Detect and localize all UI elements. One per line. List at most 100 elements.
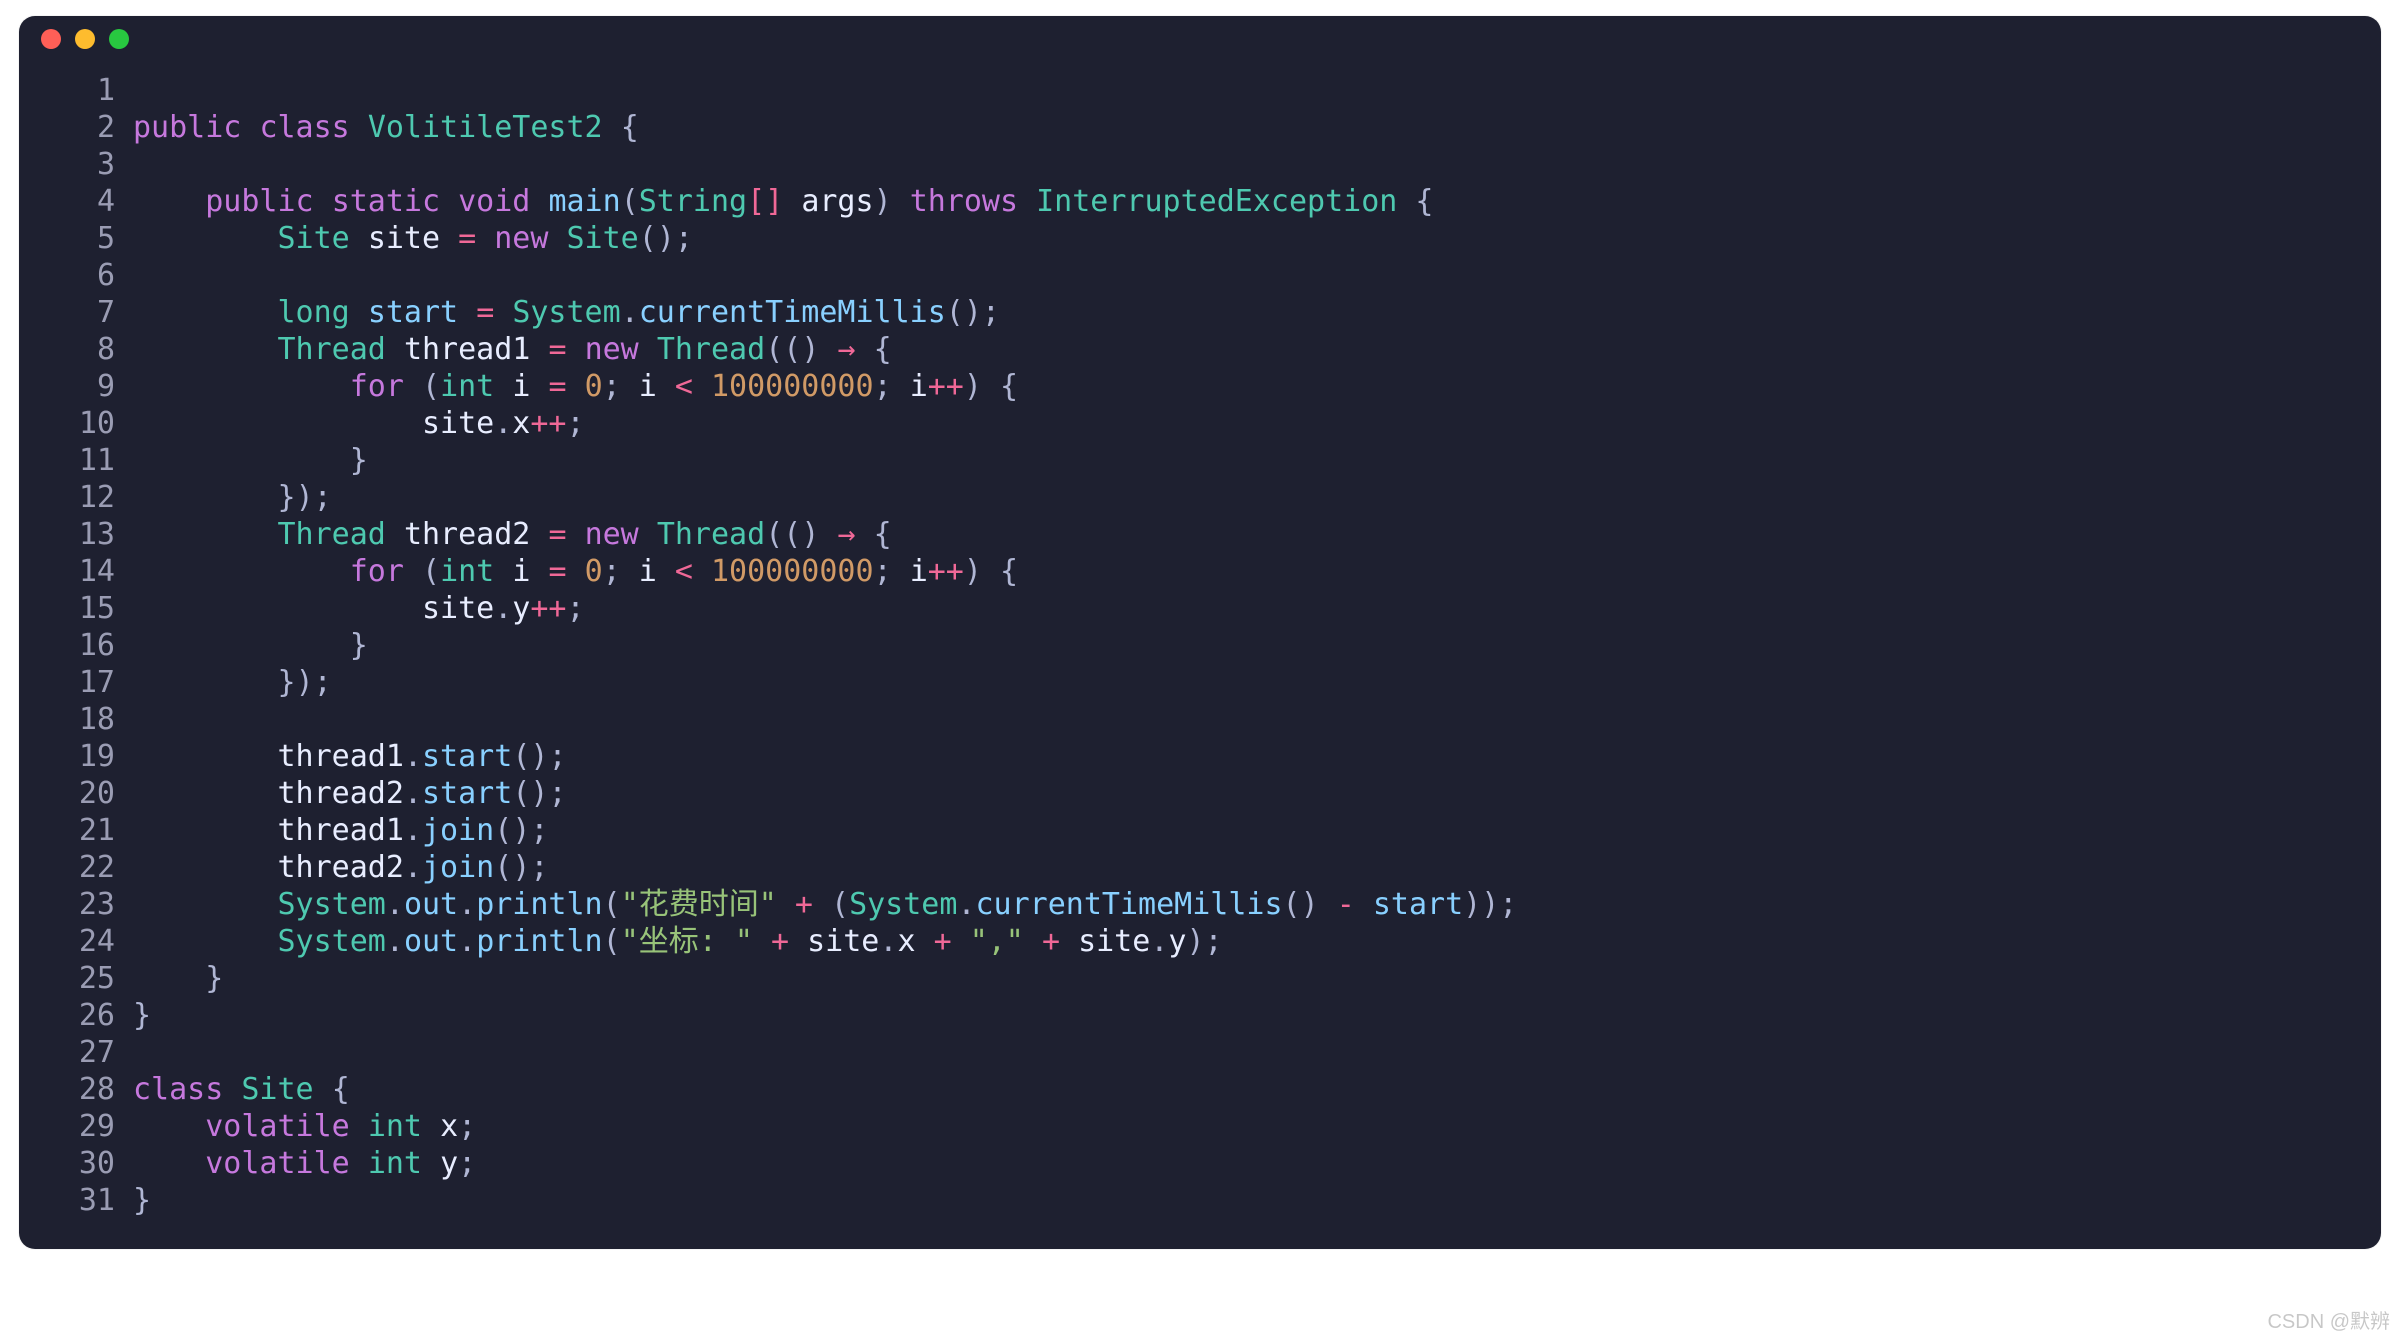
line-number: 13 [35, 516, 133, 553]
line-content[interactable] [133, 257, 2353, 294]
line-content[interactable]: }); [133, 479, 2353, 516]
line-number: 10 [35, 405, 133, 442]
code-line[interactable]: 28class Site { [35, 1071, 2353, 1108]
line-content[interactable] [133, 701, 2353, 738]
code-line[interactable]: 23 System.out.println("花费时间" + (System.c… [35, 886, 2353, 923]
line-content[interactable]: volatile int y; [133, 1145, 2353, 1182]
line-number: 30 [35, 1145, 133, 1182]
code-line[interactable]: 14 for (int i = 0; i < 100000000; i++) { [35, 553, 2353, 590]
code-line[interactable]: 5 Site site = new Site(); [35, 220, 2353, 257]
line-content[interactable] [133, 146, 2353, 183]
code-line[interactable]: 3 [35, 146, 2353, 183]
line-content[interactable]: public class VolitileTest2 { [133, 109, 2353, 146]
line-content[interactable] [133, 1034, 2353, 1071]
line-number: 4 [35, 183, 133, 220]
code-line[interactable]: 10 site.x++; [35, 405, 2353, 442]
code-line[interactable]: 27 [35, 1034, 2353, 1071]
code-line[interactable]: 18 [35, 701, 2353, 738]
line-content[interactable]: } [133, 1182, 2353, 1219]
line-content[interactable]: thread1.start(); [133, 738, 2353, 775]
line-number: 1 [35, 72, 133, 109]
line-number: 15 [35, 590, 133, 627]
line-number: 2 [35, 109, 133, 146]
line-content[interactable]: } [133, 997, 2353, 1034]
titlebar [19, 16, 2381, 62]
line-number: 19 [35, 738, 133, 775]
code-line[interactable]: 17 }); [35, 664, 2353, 701]
code-line[interactable]: 24 System.out.println("坐标: " + site.x + … [35, 923, 2353, 960]
line-number: 23 [35, 886, 133, 923]
line-number: 14 [35, 553, 133, 590]
watermark: CSDN @默辨 [2267, 1305, 2390, 1334]
line-content[interactable]: Thread thread1 = new Thread(() → { [133, 331, 2353, 368]
line-number: 16 [35, 627, 133, 664]
line-content[interactable]: System.out.println("花费时间" + (System.curr… [133, 886, 2353, 923]
zoom-icon[interactable] [109, 29, 129, 49]
line-content[interactable]: long start = System.currentTimeMillis(); [133, 294, 2353, 331]
line-content[interactable]: } [133, 960, 2353, 997]
line-content[interactable]: System.out.println("坐标: " + site.x + ","… [133, 923, 2353, 960]
code-line[interactable]: 26} [35, 997, 2353, 1034]
line-number: 26 [35, 997, 133, 1034]
line-content[interactable]: public static void main(String[] args) t… [133, 183, 2353, 220]
line-content[interactable]: class Site { [133, 1071, 2353, 1108]
line-content[interactable]: Site site = new Site(); [133, 220, 2353, 257]
line-number: 11 [35, 442, 133, 479]
code-line[interactable]: 2public class VolitileTest2 { [35, 109, 2353, 146]
close-icon[interactable] [41, 29, 61, 49]
line-number: 8 [35, 331, 133, 368]
line-number: 20 [35, 775, 133, 812]
line-number: 12 [35, 479, 133, 516]
line-content[interactable]: for (int i = 0; i < 100000000; i++) { [133, 368, 2353, 405]
line-number: 24 [35, 923, 133, 960]
code-line[interactable]: 4 public static void main(String[] args)… [35, 183, 2353, 220]
code-line[interactable]: 11 } [35, 442, 2353, 479]
editor-window: 1 2public class VolitileTest2 {3 4 publi… [19, 16, 2381, 1249]
code-line[interactable]: 21 thread1.join(); [35, 812, 2353, 849]
line-number: 21 [35, 812, 133, 849]
line-number: 18 [35, 701, 133, 738]
line-content[interactable]: for (int i = 0; i < 100000000; i++) { [133, 553, 2353, 590]
code-line[interactable]: 1 [35, 72, 2353, 109]
code-line[interactable]: 20 thread2.start(); [35, 775, 2353, 812]
code-line[interactable]: 9 for (int i = 0; i < 100000000; i++) { [35, 368, 2353, 405]
code-line[interactable]: 29 volatile int x; [35, 1108, 2353, 1145]
line-number: 6 [35, 257, 133, 294]
line-content[interactable]: thread1.join(); [133, 812, 2353, 849]
code-line[interactable]: 12 }); [35, 479, 2353, 516]
code-line[interactable]: 19 thread1.start(); [35, 738, 2353, 775]
line-number: 27 [35, 1034, 133, 1071]
line-content[interactable]: volatile int x; [133, 1108, 2353, 1145]
code-line[interactable]: 25 } [35, 960, 2353, 997]
line-number: 31 [35, 1182, 133, 1219]
code-line[interactable]: 31} [35, 1182, 2353, 1219]
code-editor[interactable]: 1 2public class VolitileTest2 {3 4 publi… [19, 62, 2381, 1227]
line-number: 28 [35, 1071, 133, 1108]
code-line[interactable]: 16 } [35, 627, 2353, 664]
line-content[interactable]: site.y++; [133, 590, 2353, 627]
line-content[interactable]: Thread thread2 = new Thread(() → { [133, 516, 2353, 553]
line-number: 17 [35, 664, 133, 701]
line-content[interactable]: thread2.start(); [133, 775, 2353, 812]
code-line[interactable]: 13 Thread thread2 = new Thread(() → { [35, 516, 2353, 553]
line-number: 7 [35, 294, 133, 331]
line-content[interactable]: thread2.join(); [133, 849, 2353, 886]
code-line[interactable]: 22 thread2.join(); [35, 849, 2353, 886]
line-number: 5 [35, 220, 133, 257]
line-content[interactable]: site.x++; [133, 405, 2353, 442]
code-line[interactable]: 8 Thread thread1 = new Thread(() → { [35, 331, 2353, 368]
code-line[interactable]: 7 long start = System.currentTimeMillis(… [35, 294, 2353, 331]
line-content[interactable]: }); [133, 664, 2353, 701]
line-number: 3 [35, 146, 133, 183]
line-number: 22 [35, 849, 133, 886]
code-line[interactable]: 6 [35, 257, 2353, 294]
line-number: 9 [35, 368, 133, 405]
code-line[interactable]: 15 site.y++; [35, 590, 2353, 627]
line-number: 25 [35, 960, 133, 997]
line-content[interactable] [133, 72, 2353, 109]
line-content[interactable]: } [133, 442, 2353, 479]
code-line[interactable]: 30 volatile int y; [35, 1145, 2353, 1182]
minimize-icon[interactable] [75, 29, 95, 49]
line-content[interactable]: } [133, 627, 2353, 664]
line-number: 29 [35, 1108, 133, 1145]
